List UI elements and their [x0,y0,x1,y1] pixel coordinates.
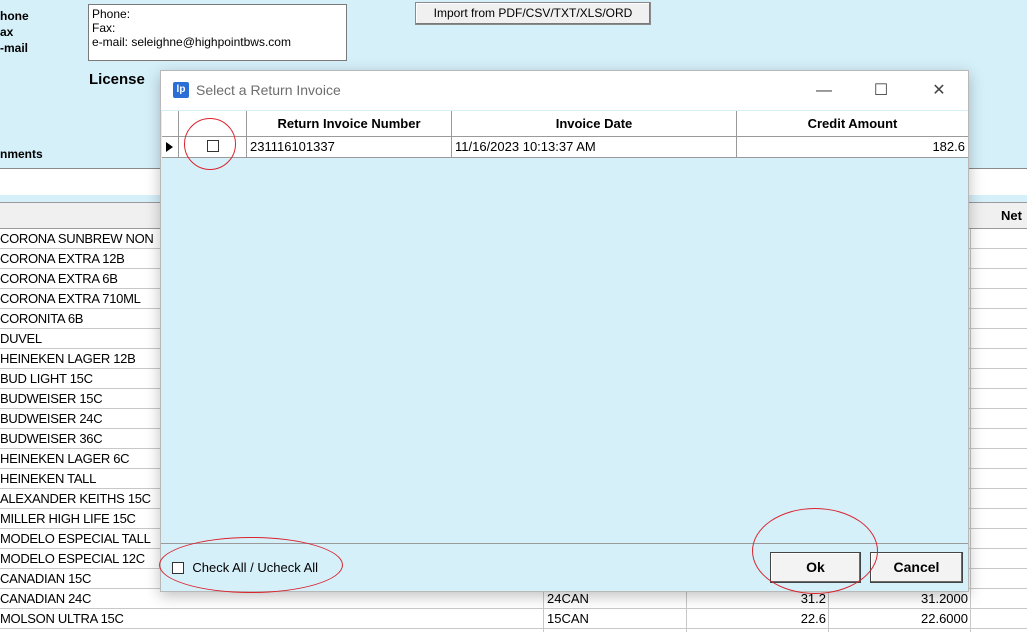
select-return-invoice-dialog: lp Select a Return Invoice — ☐ ✕ Return … [160,70,969,592]
license-label: License [89,71,145,88]
phone-label: hone [0,9,29,23]
contact-info-box[interactable]: Phone: Fax: e-mail: seleighne@highpointb… [88,4,347,61]
product-name-cell: CORONITA 6B [0,311,84,326]
product-name-cell: ALEXANDER KEITHS 15C [0,491,151,506]
net-cell: 22.6000 [921,611,968,626]
price-cell: 31.2 [800,591,826,606]
grid-column-line [970,229,971,632]
close-icon[interactable]: ✕ [916,77,962,105]
product-name-cell: CORONA EXTRA 710ML [0,291,141,306]
dialog-title: Select a Return Invoice [196,82,341,98]
price-cell: 22.6 [800,611,826,626]
maximize-icon[interactable]: ☐ [858,77,904,105]
product-name-cell: DUVEL [0,331,42,346]
net-column-header[interactable]: Net [1001,208,1022,223]
contact-fax-line: Fax: [92,21,116,35]
product-name-cell: BUDWEISER 36C [0,431,103,446]
contact-email-line: e-mail: seleighne@highpointbws.com [92,35,291,49]
product-name-cell: BUDWEISER 15C [0,391,103,406]
email-label: -mail [0,41,29,55]
credit-amount-header[interactable]: Credit Amount [737,111,968,136]
fax-label: ax [0,25,14,39]
dialog-footer-divider [161,543,968,544]
product-name-cell: CANADIAN 15C [0,571,92,586]
invoice-date-header[interactable]: Invoice Date [452,111,737,136]
product-name-cell: HEINEKEN LAGER 6C [0,451,130,466]
ok-button[interactable]: Ok [770,552,861,583]
cancel-button[interactable]: Cancel [870,552,963,583]
product-name-cell: MILLER HIGH LIFE 15C [0,511,136,526]
table-row[interactable]: CANADIAN 24C 24CAN 31.2 31.2000 [0,589,1027,609]
dialog-titlebar[interactable]: lp Select a Return Invoice — ☐ ✕ [161,71,968,110]
invoice-number-cell: 231116101337 [247,137,452,157]
invoice-grid-header: Return Invoice Number Invoice Date Credi… [162,111,968,137]
current-row-indicator [162,137,179,157]
product-name-cell: CORONA EXTRA 12B [0,251,125,266]
product-name-cell: HEINEKEN TALL [0,471,97,486]
product-name-cell: CORONA EXTRA 6B [0,271,118,286]
comments-label: nments [0,147,43,161]
row-select-checkbox[interactable] [206,140,219,152]
row-select-cell [179,137,247,157]
invoice-number-header[interactable]: Return Invoice Number [247,111,452,136]
product-name-cell: CANADIAN 24C [0,591,92,606]
product-name-cell: MODELO ESPECIAL TALL [0,531,151,546]
select-column-header [179,111,247,136]
net-cell: 31.2000 [921,591,968,606]
invoice-date-cell: 11/16/2023 10:13:37 AM [452,137,737,157]
check-all-checkbox[interactable] [172,561,184,574]
table-row[interactable]: 231116101337 11/16/2023 10:13:37 AM 182.… [162,137,968,158]
product-name-cell: MOLSON ULTRA 15C [0,611,124,626]
app-icon: lp [173,82,189,98]
product-name-cell: BUDWEISER 24C [0,411,103,426]
product-name-cell: HEINEKEN LAGER 12B [0,351,136,366]
row-pointer-icon [166,142,173,152]
check-all-control[interactable]: Check All / Ucheck All [172,560,318,576]
check-all-label: Check All / Ucheck All [192,560,319,576]
row-indicator-header [162,111,179,136]
table-row[interactable]: MOLSON ULTRA 15C 15CAN 22.6 22.6000 [0,609,1027,629]
credit-amount-cell: 182.6 [932,139,965,154]
product-name-cell: BUD LIGHT 15C [0,371,93,386]
minimize-icon[interactable]: — [801,77,847,105]
contact-phone-line: Phone: [92,7,131,21]
product-name-cell: CORONA SUNBREW NON [0,231,154,246]
pack-cell: 15CAN [547,611,589,626]
product-name-cell: MODELO ESPECIAL 12C [0,551,145,566]
pack-cell: 24CAN [547,591,589,606]
import-button[interactable]: Import from PDF/CSV/TXT/XLS/ORD [415,2,651,25]
